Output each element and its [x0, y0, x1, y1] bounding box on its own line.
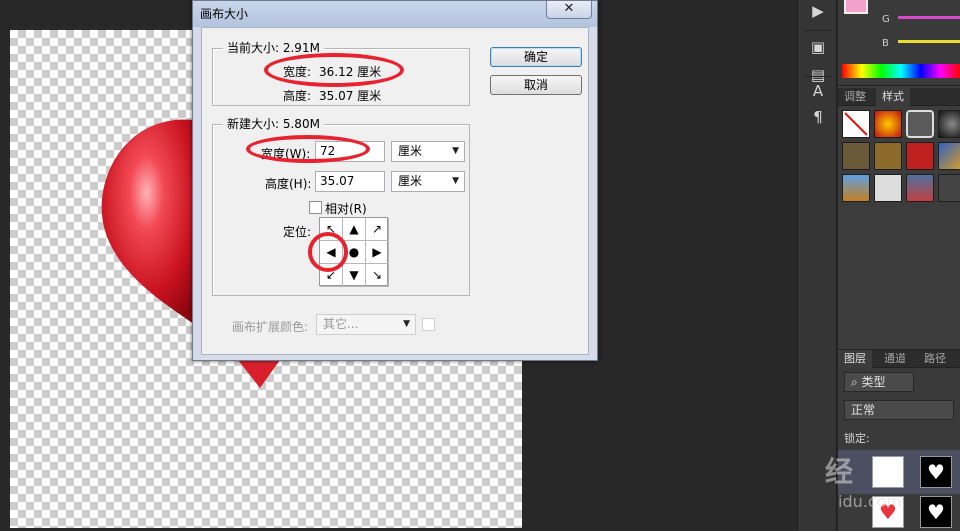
channel-g-label: G	[882, 14, 890, 25]
style-swatch[interactable]	[874, 110, 902, 138]
annotation-ring-current-width	[264, 53, 404, 87]
anchor-top-right[interactable]: ↗	[366, 218, 389, 241]
close-button[interactable]: ✕	[546, 1, 592, 19]
style-none[interactable]	[842, 110, 870, 138]
relative-label: 相对(R)	[325, 202, 367, 216]
style-swatch[interactable]	[906, 174, 934, 202]
style-swatch[interactable]	[842, 174, 870, 202]
layer-mask-thumbnail: ♥	[920, 496, 952, 528]
tab-channels[interactable]: 通道	[878, 350, 912, 368]
layer-filter-select[interactable]: ⌕ 类型	[844, 372, 914, 392]
arrow-down-icon: ▼	[349, 268, 359, 282]
foreground-swatch[interactable]	[844, 0, 868, 14]
width-unit-select[interactable]: 厘米 ▼	[391, 141, 465, 162]
height-input[interactable]: 35.07	[315, 171, 385, 192]
color-spectrum[interactable]	[842, 64, 960, 78]
arrow-right-icon: ▶	[372, 245, 382, 259]
tab-adjustments[interactable]: 调整	[838, 88, 872, 106]
new-height-label: 高度(H):	[265, 177, 312, 191]
right-panels: G B 调整 样式 图层 通道 路径 ⌕ 类型 正常 锁定: ♥ ♥ ♥	[838, 0, 960, 531]
style-swatch[interactable]	[906, 142, 934, 170]
channel-b-slider[interactable]	[898, 40, 960, 43]
anchor-bottom[interactable]: ▼	[343, 264, 366, 287]
arrow-icon: ↗	[371, 222, 383, 236]
tab-paths[interactable]: 路径	[918, 350, 952, 368]
style-swatch[interactable]	[938, 110, 960, 138]
current-size-legend: 当前大小: 2.91M	[223, 41, 324, 55]
watermark-url: idu.com	[838, 492, 902, 511]
ok-button[interactable]: 确定	[490, 47, 582, 67]
new-size-legend: 新建大小: 5.80M	[223, 117, 324, 131]
channel-g-slider[interactable]	[898, 16, 960, 19]
style-swatch[interactable]	[938, 142, 960, 170]
arrow-up-icon: ▲	[349, 222, 359, 236]
close-icon: ✕	[563, 1, 575, 16]
extension-color-select[interactable]: 其它... ▼	[316, 314, 416, 335]
style-swatch[interactable]	[938, 174, 960, 202]
dialog-titlebar[interactable]: 画布大小 ✕	[193, 1, 597, 27]
anchor-label: 定位:	[283, 225, 312, 239]
canvas-size-dialog: 画布大小 ✕ 当前大小: 2.91M 宽度: 36.12 厘米 高度: 35.0…	[192, 0, 598, 361]
brush-preset-icon[interactable]: ▣	[806, 36, 830, 58]
search-icon: ⌕	[851, 375, 862, 389]
anchor-bottom-right[interactable]: ↘	[366, 264, 389, 287]
color-panel: G B	[838, 0, 960, 86]
cancel-button[interactable]: 取消	[490, 75, 582, 95]
styles-panel: 调整 样式	[838, 88, 960, 343]
channel-b-label: B	[882, 38, 889, 49]
tab-styles[interactable]: 样式	[876, 88, 910, 106]
play-icon[interactable]: ▶	[806, 0, 830, 22]
lock-label: 锁定:	[844, 432, 870, 445]
current-height-value: 35.07 厘米	[319, 89, 382, 103]
chevron-down-icon: ▼	[452, 146, 459, 156]
blend-mode-select[interactable]: 正常	[844, 400, 954, 420]
style-swatch[interactable]	[842, 142, 870, 170]
extension-color-label: 画布扩展颜色:	[232, 320, 309, 334]
dialog-title: 画布大小	[200, 7, 249, 21]
layer-row[interactable]: ♥	[838, 450, 960, 494]
extension-color-swatch[interactable]	[422, 318, 435, 331]
annotation-ring-anchor	[308, 232, 348, 272]
anchor-dot-icon: ●	[348, 245, 360, 259]
tab-layers[interactable]: 图层	[838, 350, 872, 368]
relative-checkbox[interactable]	[309, 201, 322, 214]
annotation-ring-new-width	[246, 135, 370, 163]
layer-thumbnail	[872, 456, 904, 488]
anchor-right[interactable]: ▶	[366, 241, 389, 264]
anchor-top[interactable]: ▲	[343, 218, 366, 241]
layer-mask-thumbnail: ♥	[920, 456, 952, 488]
style-swatch[interactable]	[906, 110, 934, 138]
paragraph-icon[interactable]: ¶	[806, 106, 830, 128]
current-height-label: 高度:	[283, 89, 312, 103]
style-swatch[interactable]	[874, 142, 902, 170]
character-icon[interactable]: A	[806, 80, 830, 102]
chevron-down-icon: ▼	[452, 176, 459, 186]
height-unit-select[interactable]: 厘米 ▼	[391, 171, 465, 192]
chevron-down-icon: ▼	[403, 319, 410, 329]
watermark-text: 经	[825, 455, 854, 488]
style-swatch[interactable]	[874, 174, 902, 202]
arrow-icon: ↘	[371, 268, 383, 282]
